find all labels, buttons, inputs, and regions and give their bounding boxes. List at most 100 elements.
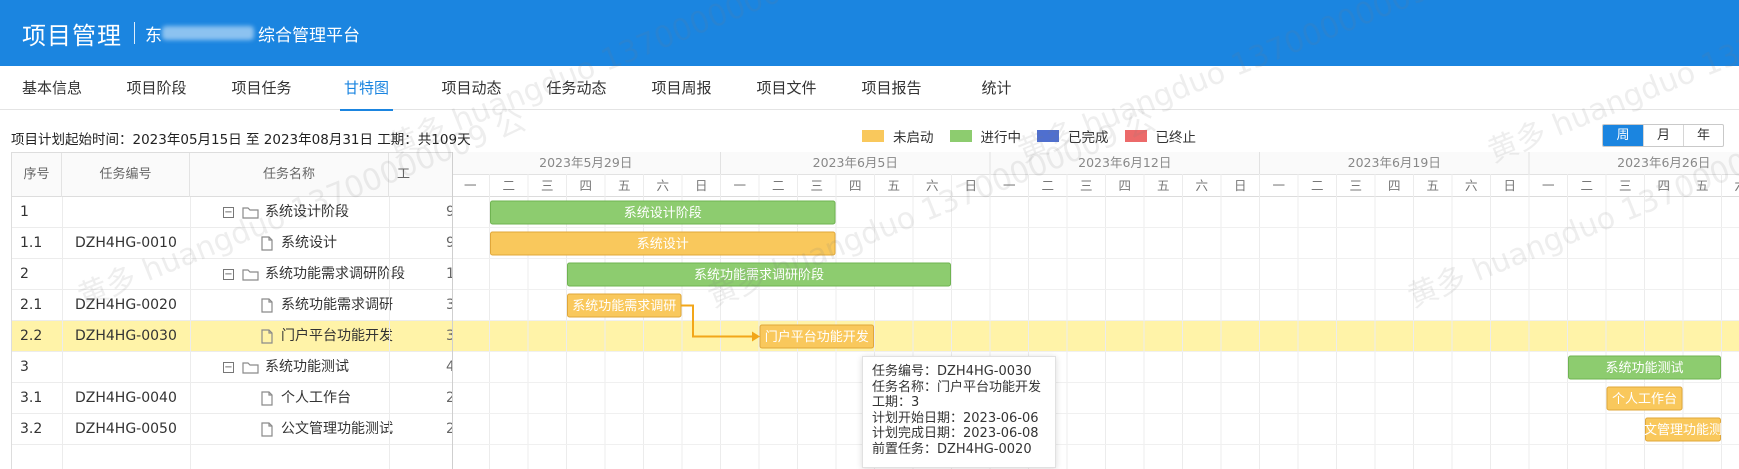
tooltip-line: 计划开始日期：2023-06-06: [872, 410, 1039, 426]
task-seq: 2.2: [20, 328, 43, 344]
task-row[interactable]: 3.1DZH4HG-0040个人工作台2: [12, 383, 452, 414]
gantt-bar-label: 门户平台功能开发: [765, 329, 869, 345]
tab-4[interactable]: 甘特图: [314, 66, 419, 111]
task-row[interactable]: 1−系统设计阶段9: [12, 197, 452, 228]
weekday-label: 三: [1080, 178, 1093, 193]
weekday-label: 四: [1118, 178, 1131, 193]
col-header-seq[interactable]: 序号: [12, 153, 62, 197]
legend-label: 进行中: [980, 130, 1022, 146]
weekday-label: 四: [1657, 178, 1670, 193]
tab-1[interactable]: 基本信息: [0, 66, 104, 110]
time-scale-switch: 周月年: [1602, 124, 1724, 147]
legend-item: 进行中: [949, 126, 1022, 146]
file-icon: [261, 329, 273, 344]
gantt-bar-label: 系统设计: [637, 237, 689, 252]
weekday-label: 四: [849, 178, 862, 193]
gantt-bar-label: 系统功能需求调研阶段: [694, 268, 824, 283]
task-name-cell: 系统功能需求调研: [261, 290, 393, 321]
scale-button-2[interactable]: 月: [1643, 125, 1683, 146]
task-tooltip: 任务编号：DZH4HG-0030 任务名称：门户平台功能开发 工期：3 计划开始日期：…: [862, 356, 1056, 468]
tab-5[interactable]: 项目动态: [419, 66, 524, 110]
task-code: DZH4HG-0010: [75, 235, 177, 251]
file-icon: [261, 391, 273, 406]
scale-button-3[interactable]: 年: [1683, 125, 1723, 146]
col-header-name[interactable]: 任务名称: [190, 153, 389, 197]
tab-10[interactable]: 统计: [944, 66, 1049, 110]
week-label: 2023年6月19日: [1348, 155, 1441, 170]
task-code: DZH4HG-0020: [75, 297, 177, 313]
weekday-label: 三: [810, 178, 823, 193]
col-header-code[interactable]: 任务编号: [62, 153, 190, 197]
weekday-label: 二: [1041, 178, 1054, 193]
legend-item: 已完成: [1037, 126, 1109, 146]
file-icon: [261, 236, 273, 251]
task-seq: 1: [20, 204, 29, 220]
weekday-label: 六: [1195, 178, 1208, 193]
collapse-toggle-icon[interactable]: −: [223, 269, 234, 280]
collapse-toggle-icon[interactable]: −: [223, 362, 234, 373]
tab-9[interactable]: 项目报告: [839, 66, 944, 110]
task-seq: 2: [20, 266, 29, 282]
task-name: 系统功能需求调研: [281, 297, 393, 313]
task-row[interactable]: 3.2DZH4HG-0050公文管理功能测试2: [12, 414, 452, 445]
status-legend: 未启动 进行中 已完成 已终止: [862, 126, 1212, 146]
tooltip-line: 任务编号：DZH4HG-0030: [872, 364, 1032, 379]
plan-info-bar: 项目计划起始时间：2023年05月15日 至 2023年08月31日 工期：共1…: [0, 126, 1739, 148]
tooltip-line: 任务名称：门户平台功能开发: [872, 379, 1042, 395]
weekday-label: 五: [618, 178, 631, 193]
task-grid: 序号 任务编号 任务名称 工 1−系统设计阶段91.1DZH4HG-0010系统…: [11, 152, 452, 469]
task-row[interactable]: 2.1DZH4HG-0020系统功能需求调研3: [12, 290, 452, 321]
weekday-label: 日: [964, 178, 977, 193]
tab-7[interactable]: 项目周报: [629, 66, 734, 110]
task-row[interactable]: 2.2DZH4HG-0030门户平台功能开发3: [12, 321, 452, 352]
weekday-label: 四: [579, 178, 592, 193]
legend-swatch: [949, 130, 972, 142]
legend-item: 已终止: [1124, 126, 1197, 146]
column-separator: [190, 197, 191, 469]
app-root: 项目管理 东 综合管理平台 基本信息 项目阶段 项目任务 甘特图 项目动态 任务动态 项目周…: [0, 0, 1739, 469]
weekday-label: 六: [1734, 178, 1739, 193]
plan-period-text: 项目计划起始时间：2023年05月15日 至 2023年08月31日 工期：共1…: [11, 132, 471, 148]
gantt-bar-label: 公文管理功能测试: [1631, 423, 1735, 438]
week-label: 2023年5月29日: [539, 155, 632, 170]
task-row[interactable]: 3−系统功能测试4: [12, 352, 452, 383]
weekday-label: 一: [464, 178, 477, 193]
task-row[interactable]: 1.1DZH4HG-0010系统设计9: [12, 228, 452, 259]
column-separator: [62, 197, 63, 469]
weekday-label: 日: [1234, 178, 1247, 193]
redacted-text: [162, 26, 254, 40]
collapse-toggle-icon[interactable]: −: [223, 207, 234, 218]
gantt-bar-label: 系统功能需求调研: [572, 299, 676, 314]
column-separator: [389, 197, 390, 469]
tab-3[interactable]: 项目任务: [209, 66, 314, 110]
app-header: 项目管理 东 综合管理平台: [0, 0, 1739, 66]
task-name: 门户平台功能开发: [281, 328, 393, 344]
weekday-label: 三: [1349, 178, 1362, 193]
week-label: 2023年6月12日: [1078, 155, 1171, 170]
tab-8[interactable]: 项目文件: [734, 66, 839, 110]
weekday-label: 一: [733, 178, 746, 193]
tab-2[interactable]: 项目阶段: [104, 66, 209, 110]
task-name-cell: − 系统功能需求调研阶段: [223, 259, 405, 290]
legend-label: 未启动: [893, 130, 934, 146]
legend-label: 已完成: [1068, 130, 1109, 146]
weekday-label: 六: [926, 178, 939, 193]
weekday-label: 日: [695, 178, 708, 193]
col-header-duration[interactable]: 工: [389, 153, 452, 197]
weekday-label: 五: [1696, 178, 1709, 193]
weekday-label: 三: [1619, 178, 1632, 193]
task-row[interactable]: 2−系统功能需求调研阶段1: [12, 259, 452, 290]
gantt-bar-label: 系统设计阶段: [624, 206, 702, 221]
task-name-cell: − 系统功能测试: [223, 352, 349, 383]
scale-button-1[interactable]: 周: [1603, 125, 1643, 146]
weekday-label: 三: [541, 178, 554, 193]
subtitle-text: 综合管理平台: [258, 25, 360, 46]
task-code: DZH4HG-0050: [75, 421, 177, 437]
weekday-label: 一: [1003, 178, 1016, 193]
legend-item: 未启动: [862, 126, 934, 146]
legend-label: 已终止: [1155, 130, 1197, 146]
header-divider: [134, 22, 135, 44]
weekday-label: 二: [502, 178, 515, 193]
task-seq: 3.1: [20, 390, 43, 406]
tab-6[interactable]: 任务动态: [524, 66, 629, 110]
